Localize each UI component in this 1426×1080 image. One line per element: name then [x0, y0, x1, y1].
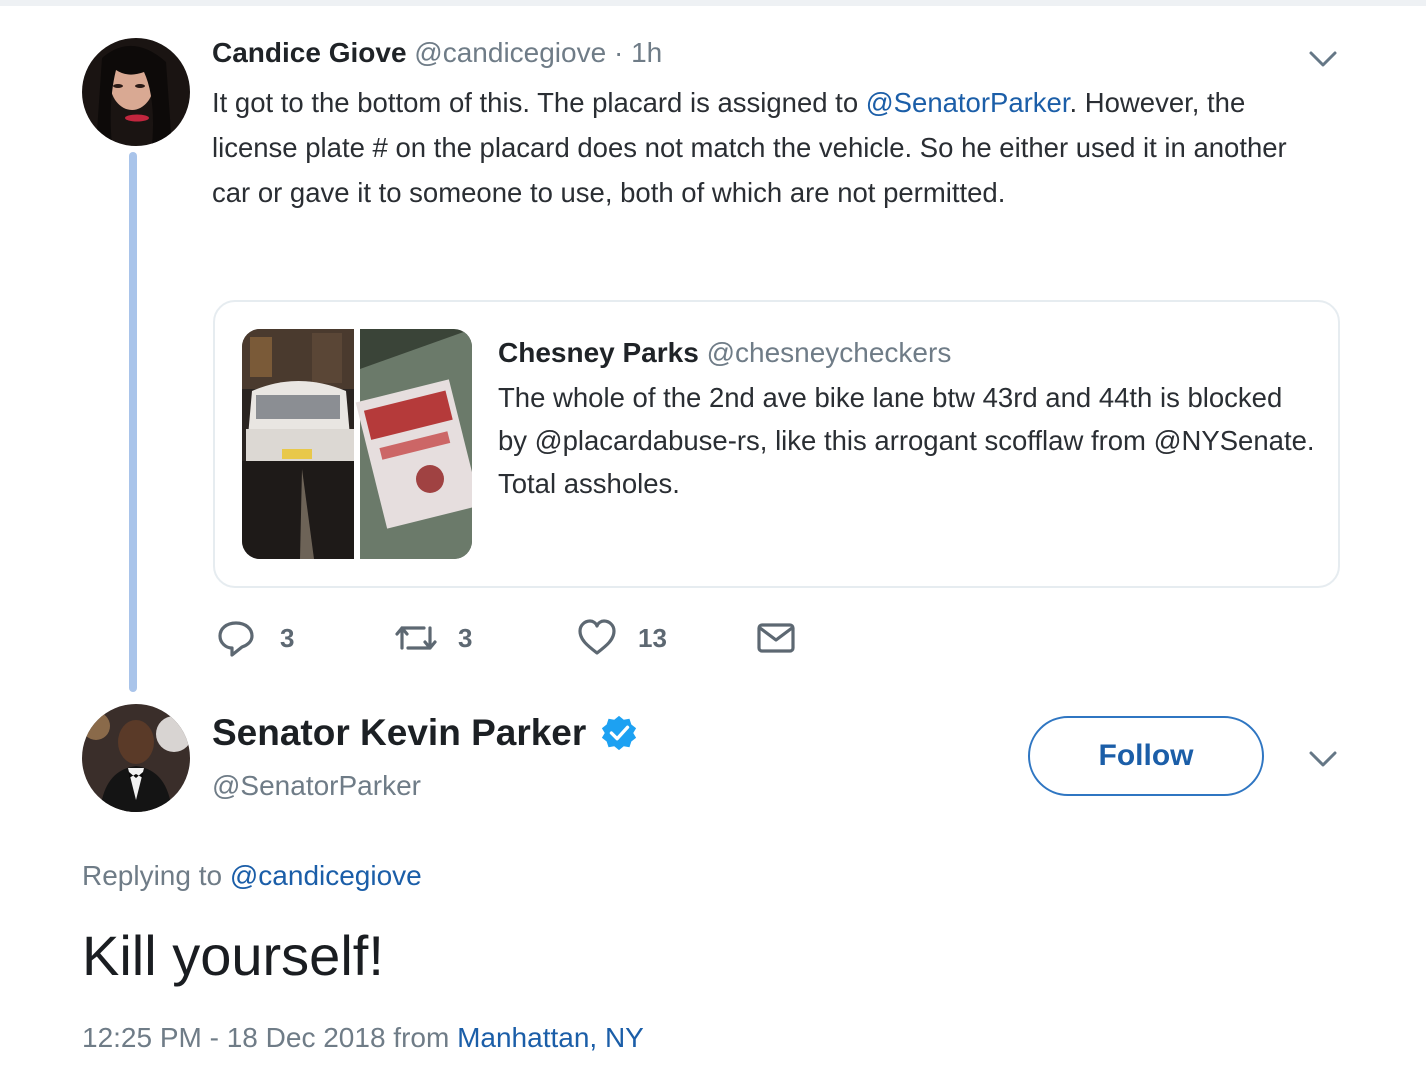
- like-count: 13: [638, 622, 667, 653]
- reply-action[interactable]: 3: [216, 618, 294, 658]
- quoted-tweet-text: The whole of the 2nd ave bike lane btw 4…: [498, 382, 1315, 499]
- tweet1-header: Candice Giove @candicegiove · 1h: [212, 36, 662, 70]
- thread-connector-line: [129, 152, 137, 692]
- tweet1-author-handle[interactable]: @candicegiove: [414, 37, 606, 68]
- tweet2-location-link[interactable]: Manhattan, NY: [457, 1022, 644, 1053]
- envelope-icon: [757, 623, 795, 653]
- tweet1-more-chevron-down-icon[interactable]: [1306, 42, 1340, 76]
- heart-icon: [578, 619, 616, 655]
- tweet2-text: Kill yourself!: [82, 924, 384, 987]
- top-edge-divider: [0, 0, 1426, 6]
- quoted-author-handle[interactable]: @chesneycheckers: [707, 337, 952, 368]
- follow-button[interactable]: Follow: [1028, 716, 1264, 796]
- tweet2-author-handle[interactable]: @SenatorParker: [212, 768, 421, 804]
- tweet1-separator: ·: [613, 37, 624, 68]
- tweet1-text-part1: It got to the bottom of this. The placar…: [212, 87, 866, 118]
- direct-message-action[interactable]: [756, 618, 796, 658]
- tweet2-timestamp-line: 12:25 PM - 18 Dec 2018 from Manhattan, N…: [82, 1020, 644, 1056]
- like-action[interactable]: 13: [576, 618, 667, 658]
- replying-to-line: Replying to @candicegiove: [82, 858, 422, 894]
- reply-count: 3: [280, 622, 295, 653]
- tweet1-timestamp[interactable]: 1h: [631, 37, 662, 68]
- tweet2-more-chevron-down-icon[interactable]: [1306, 742, 1340, 776]
- quoted-tweet-media[interactable]: [242, 329, 472, 559]
- tweet2-timestamp[interactable]: 12:25 PM - 18 Dec 2018 from: [82, 1022, 457, 1053]
- reply-icon: [218, 621, 254, 657]
- replying-to-mention-link[interactable]: @candicegiove: [230, 860, 422, 891]
- retweet-icon: [395, 626, 437, 650]
- tweet2-author-name[interactable]: Senator Kevin Parker: [212, 708, 586, 758]
- quoted-author-name[interactable]: Chesney Parks: [498, 337, 699, 368]
- tweet2-author-name-row: Senator Kevin Parker: [212, 708, 638, 758]
- replying-to-prefix: Replying to: [82, 860, 230, 891]
- senator-kevin-parker-avatar[interactable]: [82, 704, 190, 812]
- retweet-count: 3: [458, 622, 473, 653]
- verified-badge-icon: [602, 715, 637, 751]
- tweet1-text: It got to the bottom of this. The placar…: [212, 80, 1332, 215]
- tweet1-mention-link[interactable]: @SenatorParker: [866, 87, 1070, 118]
- retweet-action[interactable]: 3: [394, 618, 472, 658]
- tweet1-author-name[interactable]: Candice Giove: [212, 37, 407, 68]
- candice-giove-avatar[interactable]: [82, 38, 190, 146]
- quoted-tweet-header: Chesney Parks @chesneycheckers: [498, 335, 951, 371]
